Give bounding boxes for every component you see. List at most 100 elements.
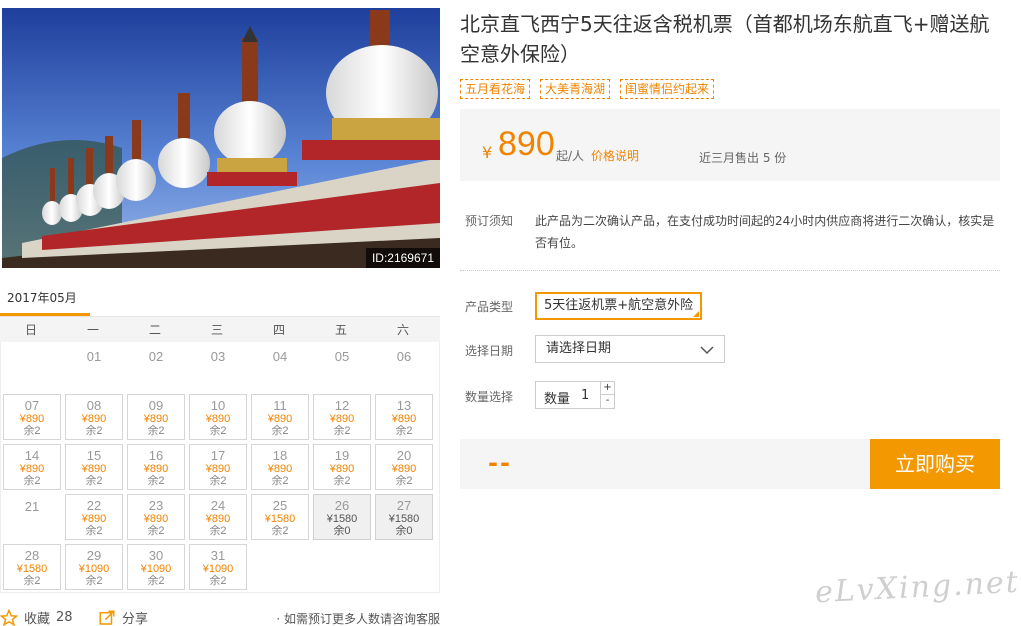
product-type-option[interactable]: 5天往返机票+航空意外险: [535, 292, 703, 320]
day-number: 13: [396, 398, 412, 413]
day-number: 09: [148, 398, 164, 413]
purchase-bar: -- 立即购买: [460, 439, 1000, 489]
quantity-decrease-button[interactable]: -: [600, 395, 614, 408]
favorite-count: 28: [56, 610, 73, 625]
day-price: ¥890: [267, 413, 293, 425]
calendar-day-cell[interactable]: 25 ¥1580 余2: [251, 494, 309, 540]
calendar-weekday-header: 日 一 二 三 四 五 六: [0, 316, 440, 342]
price-amount: 890: [498, 125, 555, 163]
day-price: ¥890: [329, 463, 355, 475]
day-price: ¥890: [81, 413, 107, 425]
weekday-label: 六: [396, 323, 409, 337]
calendar-day-cell[interactable]: 08 ¥890 余2: [65, 394, 123, 440]
day-number: 27: [396, 498, 412, 513]
share-icon: [99, 610, 115, 625]
calendar-grid: 01 02 03 04 05 06 07 ¥890 余2 08 ¥890 余2 09 ¥890 余2 10 ¥8…: [0, 342, 440, 593]
day-number: 29: [86, 548, 102, 563]
buy-now-button[interactable]: 立即购买: [870, 439, 1000, 489]
calendar-day-cell[interactable]: 20 ¥890 余2: [375, 444, 433, 490]
tag[interactable]: 五月看花海: [460, 79, 531, 99]
day-price: ¥890: [205, 413, 231, 425]
calendar-day-cell: 06: [375, 344, 433, 390]
calendar-empty-cell: [3, 344, 61, 390]
calendar-day-cell[interactable]: 16 ¥890 余2: [127, 444, 185, 490]
day-number: 03: [210, 349, 226, 364]
day-remaining: 余2: [23, 575, 41, 587]
day-remaining: 余2: [271, 525, 289, 537]
day-remaining: 余2: [209, 425, 227, 437]
price-explain-link[interactable]: 价格说明: [591, 147, 639, 164]
weekday-label: 二: [148, 323, 161, 337]
calendar-day-cell[interactable]: 22 ¥890 余2: [65, 494, 123, 540]
quantity-stepper: 数量 1 + -: [535, 381, 615, 409]
day-price: ¥890: [329, 413, 355, 425]
day-number: 12: [334, 398, 350, 413]
calendar-day-cell[interactable]: 09 ¥890 余2: [127, 394, 185, 440]
weekday-label: 一: [86, 323, 99, 337]
quantity-label: 数量选择: [465, 390, 514, 404]
day-remaining: 余2: [333, 475, 351, 487]
date-label: 选择日期: [465, 344, 514, 358]
calendar-day-cell[interactable]: 28 ¥1580 余2: [3, 544, 61, 590]
tag[interactable]: 大美青海湖: [540, 79, 611, 99]
calendar-month-tab[interactable]: 2017年05月: [0, 283, 440, 316]
booking-calendar: 2017年05月 日 一 二 三 四 五 六 01 02 03 04 05 06 07 ¥89…: [0, 283, 440, 593]
currency-symbol: ¥: [482, 143, 493, 162]
day-price: ¥890: [205, 463, 231, 475]
divider: [460, 270, 1000, 271]
day-number: 15: [86, 448, 102, 463]
share-button[interactable]: 分享: [98, 608, 148, 626]
day-number: 16: [148, 448, 164, 463]
calendar-day-cell[interactable]: 10 ¥890 余2: [189, 394, 247, 440]
day-number: 21: [24, 499, 40, 514]
favorite-label: 收藏: [24, 612, 51, 626]
stupa-image: [2, 8, 440, 268]
calendar-day-cell[interactable]: 17 ¥890 余2: [189, 444, 247, 490]
tag[interactable]: 闺蜜情侣约起来: [620, 79, 715, 99]
weekday-label: 日: [24, 323, 37, 337]
calendar-day-cell: 04: [251, 344, 309, 390]
calendar-day-cell[interactable]: 11 ¥890 余2: [251, 394, 309, 440]
day-price: ¥1580: [326, 513, 358, 525]
day-remaining: 余2: [147, 425, 165, 437]
calendar-day-cell[interactable]: 19 ¥890 余2: [313, 444, 371, 490]
calendar-day-cell[interactable]: 15 ¥890 余2: [65, 444, 123, 490]
day-price: ¥1580: [16, 563, 48, 575]
photo-id-label: ID:2169671: [365, 248, 440, 268]
calendar-day-cell[interactable]: 23 ¥890 余2: [127, 494, 185, 540]
day-number: 17: [210, 448, 226, 463]
calendar-day-cell[interactable]: 13 ¥890 余2: [375, 394, 433, 440]
day-number: 26: [334, 498, 350, 513]
quantity-value[interactable]: 1: [581, 388, 589, 403]
favorite-button[interactable]: 收藏 28: [0, 608, 73, 626]
calendar-day-cell: 21: [3, 494, 61, 540]
day-remaining: 余0: [395, 525, 413, 537]
day-number: 08: [86, 398, 102, 413]
notice-label: 预订须知: [465, 214, 514, 228]
calendar-day-cell[interactable]: 24 ¥890 余2: [189, 494, 247, 540]
notice-text: 此产品为二次确认产品，在支付成功时间起的24小时内供应商将进行二次确认，核实是否…: [535, 214, 995, 250]
calendar-day-cell: 03: [189, 344, 247, 390]
quantity-increase-button[interactable]: +: [600, 382, 614, 395]
calendar-day-cell[interactable]: 12 ¥890 余2: [313, 394, 371, 440]
day-remaining: 余2: [85, 425, 103, 437]
product-tags: 五月看花海 大美青海湖 闺蜜情侣约起来: [460, 79, 715, 99]
day-price: ¥890: [143, 513, 169, 525]
day-number: 11: [273, 398, 287, 413]
product-photo: ID:2169671: [2, 8, 440, 268]
calendar-day-cell[interactable]: 14 ¥890 余2: [3, 444, 61, 490]
day-number: 30: [148, 548, 164, 563]
calendar-day-cell[interactable]: 30 ¥1090 余2: [127, 544, 185, 590]
calendar-day-cell[interactable]: 31 ¥1090 余2: [189, 544, 247, 590]
calendar-day-cell[interactable]: 18 ¥890 余2: [251, 444, 309, 490]
price-box: ¥ 890 起/人 价格说明 近三月售出 5 份: [460, 109, 1000, 181]
action-bar: 收藏 28 分享 · 如需预订更多人数请咨询客服: [0, 606, 440, 626]
day-price: ¥1580: [388, 513, 420, 525]
calendar-day-cell[interactable]: 07 ¥890 余2: [3, 394, 61, 440]
day-price: ¥1090: [78, 563, 110, 575]
day-price: ¥890: [391, 463, 417, 475]
calendar-day-cell[interactable]: 29 ¥1090 余2: [65, 544, 123, 590]
day-price: ¥1090: [202, 563, 234, 575]
date-select[interactable]: 请选择日期: [535, 335, 725, 363]
day-number: 28: [24, 548, 40, 563]
